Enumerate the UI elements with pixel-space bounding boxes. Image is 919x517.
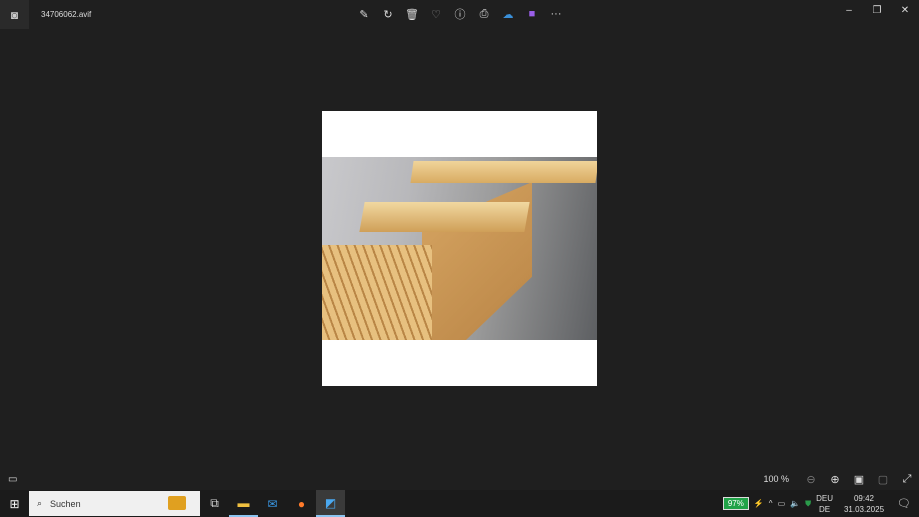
chevron-up-icon[interactable]: ^ bbox=[769, 499, 773, 508]
system-tray: 97% ⚡ ^ ▭ 🔈 ⛊ DEU DE 09:42 31.03.2025 🗨 bbox=[722, 490, 919, 517]
date: 31.03.2025 bbox=[843, 504, 885, 514]
restore-button[interactable]: ❐ bbox=[863, 0, 891, 20]
stair-tread-bottom bbox=[322, 245, 432, 340]
close-button[interactable]: ✕ bbox=[891, 0, 919, 20]
more-icon[interactable]: ··· bbox=[548, 6, 564, 22]
clock[interactable]: 09:42 31.03.2025 bbox=[844, 493, 884, 515]
bottom-bar: ▭ 100 % ⊖ ⊕ ▣ ▢ ⤢ bbox=[0, 468, 919, 490]
file-explorer-icon[interactable]: ▬ bbox=[229, 490, 258, 517]
language-label: DEU bbox=[816, 493, 833, 503]
volume-icon[interactable]: 🔈 bbox=[790, 499, 800, 508]
time: 09:42 bbox=[853, 493, 875, 503]
language-indicator[interactable]: DEU DE bbox=[816, 493, 833, 515]
file-name: 34706062.avif bbox=[41, 10, 92, 19]
minimize-button[interactable]: – bbox=[835, 0, 863, 20]
image-viewer[interactable] bbox=[322, 111, 597, 386]
stair-tread-top bbox=[410, 161, 597, 183]
keyboard-label: DE bbox=[818, 504, 831, 514]
onedrive-icon[interactable]: ☁ bbox=[500, 6, 516, 22]
battery-indicator[interactable]: 97% bbox=[722, 497, 749, 510]
filmstrip-icon[interactable]: ▭ bbox=[8, 474, 17, 485]
taskbar: ⊞ ⌕ Suchen ⧉ ▬ ✉ ● ◩ 97% ⚡ ^ ▭ 🔈 ⛊ DEU D… bbox=[0, 490, 919, 517]
fit-window-icon[interactable]: ▣ bbox=[847, 473, 871, 486]
zoom-out-icon[interactable]: ⊖ bbox=[799, 473, 823, 486]
search-icon: ⌕ bbox=[37, 498, 43, 508]
delete-icon[interactable]: 🗑 bbox=[404, 6, 420, 22]
photos-taskbar-icon[interactable]: ◩ bbox=[316, 490, 345, 517]
edit-icon[interactable]: ✎ bbox=[356, 6, 372, 22]
windows-start-icon[interactable]: ⊞ bbox=[0, 490, 29, 517]
favorite-icon[interactable]: ♡ bbox=[428, 6, 444, 22]
toolbar: ✎ ↻ 🗑 ♡ ⓘ ⎙ ☁ ■ ··· bbox=[356, 6, 564, 22]
firefox-icon[interactable]: ● bbox=[287, 490, 316, 517]
task-view-icon[interactable]: ⧉ bbox=[200, 490, 229, 517]
fullscreen-icon[interactable]: ⤢ bbox=[895, 473, 919, 486]
actual-size-icon[interactable]: ▢ bbox=[871, 473, 895, 486]
zoom-level: 100 % bbox=[763, 474, 789, 484]
power-plug-icon: ⚡ bbox=[753, 499, 764, 508]
notifications-icon[interactable]: 🗨 bbox=[897, 497, 911, 510]
clipchamp-icon[interactable]: ■ bbox=[524, 6, 540, 22]
stair-photo bbox=[322, 157, 597, 340]
photos-app-icon[interactable]: ◙ bbox=[0, 0, 29, 29]
search-highlight-icon bbox=[168, 496, 186, 510]
network-icon[interactable]: ▭ bbox=[778, 499, 786, 508]
zoom-in-icon[interactable]: ⊕ bbox=[823, 473, 847, 486]
search-placeholder: Suchen bbox=[50, 498, 81, 509]
stair-tread-middle bbox=[359, 202, 530, 232]
security-icon[interactable]: ⛊ bbox=[805, 499, 811, 509]
search-box[interactable]: ⌕ Suchen bbox=[29, 491, 200, 516]
rotate-icon[interactable]: ↻ bbox=[380, 6, 396, 22]
info-icon[interactable]: ⓘ bbox=[452, 6, 468, 22]
mail-icon[interactable]: ✉ bbox=[258, 490, 287, 517]
print-icon[interactable]: ⎙ bbox=[476, 6, 492, 22]
title-bar: ◙ 34706062.avif ✎ ↻ 🗑 ♡ ⓘ ⎙ ☁ ■ ··· – ❐ … bbox=[0, 0, 919, 29]
